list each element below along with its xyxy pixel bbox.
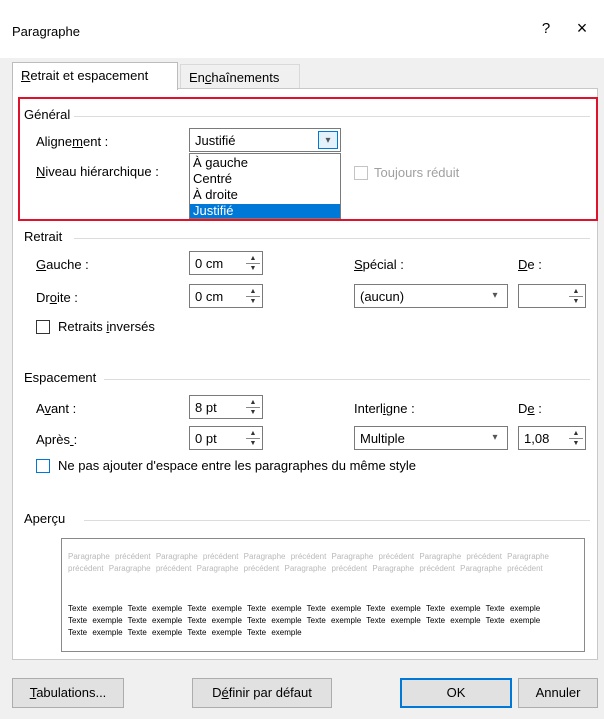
mirror-indents-checkbox[interactable] (36, 320, 50, 334)
preview-sample-text: Texte exemple Texte exemple Texte exempl… (68, 604, 541, 637)
line-spacing-select[interactable]: Multiple ▾ (354, 426, 508, 450)
spinner-arrows[interactable]: ▲ ▼ (569, 429, 583, 447)
chevron-down-icon[interactable]: ▾ (485, 287, 505, 305)
right-indent-label: Droite : (36, 290, 78, 305)
no-space-checkbox[interactable] (36, 459, 50, 473)
help-icon[interactable]: ? (536, 20, 556, 37)
left-indent-spinner[interactable]: 0 cm ▲ ▼ (189, 251, 263, 275)
space-before-spinner[interactable]: 8 pt ▲ ▼ (189, 395, 263, 419)
spin-up-icon: ▲ (249, 288, 257, 295)
chevron-down-icon[interactable]: ▾ (485, 429, 505, 447)
option-justify[interactable]: Justifié (190, 204, 340, 218)
line-spacing-at-value: 1,08 (524, 431, 550, 446)
retrait-group-title: Retrait (24, 229, 67, 244)
spinner-arrows[interactable]: ▲ ▼ (246, 398, 260, 416)
spin-down-icon: ▼ (572, 298, 580, 305)
line-spacing-value: Multiple (360, 431, 405, 446)
apercu-group-title: Aperçu (24, 511, 70, 526)
title-bar (0, 0, 604, 58)
space-after-spinner[interactable]: 0 pt ▲ ▼ (189, 426, 263, 450)
right-indent-spinner[interactable]: 0 cm ▲ ▼ (189, 284, 263, 308)
alignment-dropdown-list: À gauche Centré À droite Justifié (189, 153, 341, 219)
space-after-value: 0 pt (195, 431, 217, 446)
preview-box: Paragraphe précédent Paragraphe précéden… (61, 538, 585, 652)
spin-down-icon: ▼ (249, 440, 257, 447)
close-icon[interactable]: × (572, 18, 592, 39)
spinner-arrows[interactable]: ▲ ▼ (246, 429, 260, 447)
line-spacing-label: Interligne : (354, 401, 415, 416)
left-indent-value: 0 cm (195, 256, 224, 271)
special-by-label: De : (518, 257, 542, 272)
retrait-separator (74, 238, 590, 239)
special-select-value: (aucun) (360, 289, 405, 304)
spin-up-icon: ▲ (249, 255, 257, 262)
spin-up-icon: ▲ (572, 288, 580, 295)
espacement-group-title: Espacement (24, 370, 101, 385)
spin-up-icon: ▲ (249, 399, 257, 406)
mirror-indents-label: Retraits inversés (58, 319, 155, 334)
cancel-button[interactable]: Annuler (518, 678, 598, 708)
spinner-arrows[interactable]: ▲ ▼ (246, 287, 260, 305)
option-left[interactable]: À gauche (190, 156, 340, 170)
spinner-arrows[interactable]: ▲ ▼ (246, 254, 260, 272)
spin-down-icon: ▼ (249, 409, 257, 416)
tab-retrait-espacement[interactable]: Retrait et espacement (12, 62, 178, 90)
spin-up-icon: ▲ (572, 430, 580, 437)
tabs-button[interactable]: Tabulations... (12, 678, 124, 708)
dialog-title: Paragraphe (12, 24, 80, 39)
special-label: Spécial : (354, 257, 404, 272)
special-by-spinner[interactable]: ▲ ▼ (518, 284, 586, 308)
spin-up-icon: ▲ (249, 430, 257, 437)
spinner-arrows[interactable]: ▲ ▼ (569, 287, 583, 305)
space-before-label: Avant : (36, 401, 77, 416)
espacement-separator (104, 379, 590, 380)
ok-button[interactable]: OK (400, 678, 512, 708)
left-indent-label: Gauche : (36, 257, 89, 272)
no-space-label: Ne pas ajouter d'espace entre les paragr… (58, 458, 417, 473)
line-spacing-at-spinner[interactable]: 1,08 ▲ ▼ (518, 426, 586, 450)
right-indent-value: 0 cm (195, 289, 224, 304)
tab-enchainements[interactable]: Enchaînements (180, 64, 300, 90)
special-select[interactable]: (aucun) ▾ (354, 284, 508, 308)
spin-down-icon: ▼ (572, 440, 580, 447)
line-spacing-at-label: De : (518, 401, 542, 416)
space-after-label: Après : (36, 432, 78, 447)
option-center[interactable]: Centré (190, 172, 340, 186)
preview-previous-text: Paragraphe précédent Paragraphe précéden… (68, 552, 549, 573)
apercu-separator (84, 520, 590, 521)
spin-down-icon: ▼ (249, 298, 257, 305)
spin-down-icon: ▼ (249, 265, 257, 272)
option-right[interactable]: À droite (190, 188, 340, 202)
set-default-button[interactable]: Définir par défaut (192, 678, 332, 708)
space-before-value: 8 pt (195, 400, 217, 415)
